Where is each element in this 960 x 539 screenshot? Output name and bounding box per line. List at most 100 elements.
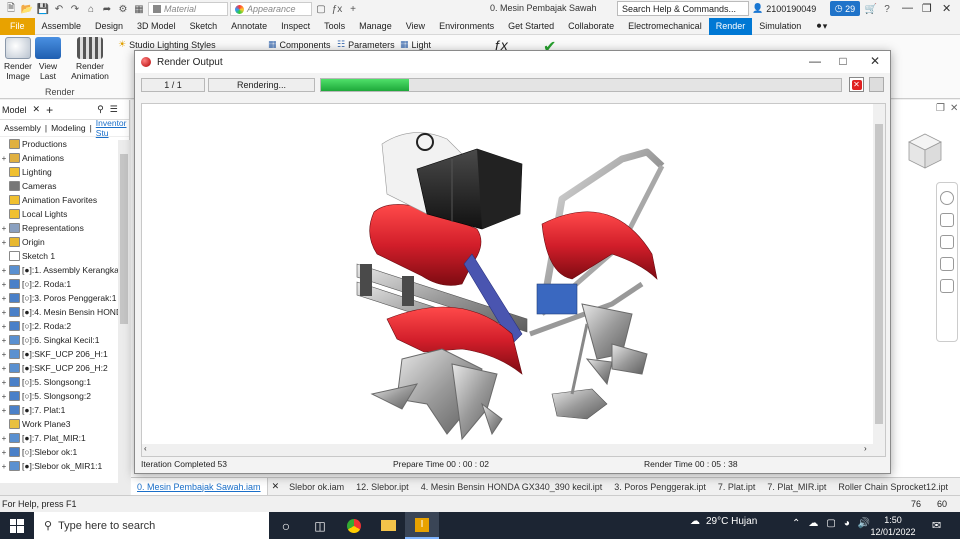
browser-menu-icon[interactable]: ☰ [110,104,118,115]
render-image-button[interactable]: Render Image [2,37,34,81]
components-button[interactable]: ▦ Components [268,39,331,50]
tab-sketch[interactable]: Sketch [183,18,225,35]
function-icon[interactable]: ƒx [330,3,344,15]
tab-file[interactable]: File [0,17,35,35]
browser-scroll-thumb[interactable] [120,154,128,324]
tab-simulation[interactable]: Simulation [752,18,808,35]
document-tab[interactable]: Slebor ok.iam [283,478,350,496]
taskbar-search-input[interactable]: ⚲ Type here to search [34,512,269,539]
tree-item[interactable]: + [●]:7. Plat_MIR:1 [0,431,129,445]
tree-expand-icon[interactable]: + [0,308,8,317]
subtab-modeling[interactable]: Modeling [51,123,86,133]
tree-item[interactable]: + [●]:1. Assembly Kerangka U [0,263,129,277]
tab-manage[interactable]: Manage [352,18,399,35]
cortana-icon[interactable]: ○ [269,512,303,539]
tree-expand-icon[interactable]: + [0,280,8,289]
tab-collaborate[interactable]: Collaborate [561,18,621,35]
tree-item[interactable]: + [○]:2. Roda:1 [0,277,129,291]
tree-item[interactable]: + [○]:3. Poros Penggerak:1 [0,291,129,305]
tree-expand-icon[interactable]: + [0,336,8,345]
ribbon-options-icon[interactable]: ⚫▾ [808,18,834,35]
open-file-icon[interactable]: 📂 [20,3,34,15]
undo-icon[interactable]: ↶ [52,3,66,15]
hscroll-left-icon[interactable]: ‹ [144,444,147,453]
browser-add-icon[interactable]: + [46,103,53,117]
tree-item[interactable]: + Animations [0,151,129,165]
render-canvas[interactable]: ‹ › [141,103,886,457]
tree-item[interactable]: + [○]:5. Slongsong:2 [0,389,129,403]
canvas-hscrollbar[interactable]: ‹ › [142,444,885,456]
tree-expand-icon[interactable]: + [0,448,8,457]
new-file-icon[interactable]: 🗎 [4,3,18,15]
redo-icon[interactable]: ↷ [68,3,82,15]
taskbar-clock[interactable]: 1:50 12/01/2022 [870,514,916,538]
tree-item[interactable]: + [●]:7. Plat:1 [0,403,129,417]
notification-badge[interactable]: ◷ 29 [830,1,860,16]
inventor-taskbar-icon[interactable]: I [405,512,439,539]
tray-chevron-icon[interactable]: ⌃ [792,518,800,529]
tree-expand-icon[interactable]: + [0,350,8,359]
tree-item[interactable]: + [●]:Slebor ok_MIR1:1 [0,459,129,473]
tree-item[interactable]: Animation Favorites [0,193,129,207]
tree-item[interactable]: + [○]:2. Roda:2 [0,319,129,333]
tree-item[interactable]: + [○]:6. Singkal Kecil:1 [0,333,129,347]
gfx-restore-icon[interactable]: ❐ [936,103,945,114]
tree-expand-icon[interactable]: + [0,294,8,303]
update-icon[interactable]: ⚙ [116,3,130,15]
pan-icon[interactable] [940,213,954,227]
tree-item[interactable]: + [●]:4. Mesin Bensin HONDA [0,305,129,319]
document-tab[interactable]: 7. Plat.ipt [712,478,762,496]
tree-item[interactable]: + [●]:SKF_UCP 206_H:2 [0,361,129,375]
tree-item[interactable]: Lighting [0,165,129,179]
tray-wifi-icon[interactable]: ◕ [844,518,850,529]
browser-search-icon[interactable]: ⚲ [97,104,104,115]
tray-display-icon[interactable]: ▢ [826,518,835,529]
tree-item[interactable]: + [●]:SKF_UCP 206_H:1 [0,347,129,361]
close-window-button[interactable]: ✕ [942,2,951,15]
task-view-icon[interactable]: ◫ [303,512,337,539]
dialog-close-button[interactable]: ✕ [865,54,885,68]
gfx-close-icon[interactable]: ✕ [950,103,958,114]
tree-item[interactable]: Work Plane3 [0,417,129,431]
tree-item[interactable]: + Origin [0,235,129,249]
browser-hscrollbar[interactable] [0,483,118,495]
help-icon[interactable]: ? [880,3,894,15]
document-tab[interactable]: 7. Plat_MIR.ipt [761,478,832,496]
browser-scrollbar[interactable] [118,140,130,495]
tree-expand-icon[interactable]: + [0,434,8,443]
select-icon[interactable]: ➦ [100,3,114,15]
tab-get-started[interactable]: Get Started [501,18,561,35]
subtab-assembly[interactable]: Assembly [4,123,41,133]
light-button[interactable]: ▦ Light [400,39,431,50]
tree-item[interactable]: Cameras [0,179,129,193]
document-tab[interactable]: Roller Chain Sprocket12.ipt [832,478,954,496]
studio-lighting-button[interactable]: ☀ Studio Lighting Styles [118,39,216,50]
dialog-minimize-button[interactable]: — [805,54,825,68]
tree-item[interactable]: + [○]:Slebor ok:1 [0,445,129,459]
appearance-combo[interactable]: Appearance [230,2,312,16]
canvas-vscrollbar[interactable] [873,104,885,446]
steering-wheel-icon[interactable] [940,191,954,205]
tab-tools[interactable]: Tools [317,18,352,35]
cart-icon[interactable]: 🛒 [864,3,878,15]
weather-widget[interactable]: ☁ 29°C Hujan [690,516,757,527]
document-tab[interactable]: 3. Poros Penggerak.ipt [608,478,712,496]
tab-render[interactable]: Render [708,17,753,35]
tray-volume-icon[interactable]: 🔊 [858,518,870,529]
minimize-window-button[interactable]: — [902,2,913,14]
canvas-vscroll-thumb[interactable] [875,124,883,424]
display-icon[interactable]: ▦ [132,3,146,15]
document-tab[interactable]: 12. Slebor.ipt [350,478,415,496]
home-icon[interactable]: ⌂ [84,3,98,15]
save-render-button[interactable] [869,77,884,92]
zoom-icon[interactable] [940,235,954,249]
tree-expand-icon[interactable]: + [0,322,8,331]
tree-item[interactable]: Local Lights [0,207,129,221]
document-tab[interactable]: 0. Mesin Pembajak Sawah.iam [131,477,268,496]
tree-expand-icon[interactable]: + [0,392,8,401]
notifications-icon[interactable]: ✉ [932,519,941,532]
tree-expand-icon[interactable]: + [0,462,8,471]
user-account[interactable]: 👤 2100190049 [752,3,816,14]
clear-appearance-icon[interactable]: ▢ [314,3,328,15]
hscroll-right-icon[interactable]: › [864,444,867,453]
